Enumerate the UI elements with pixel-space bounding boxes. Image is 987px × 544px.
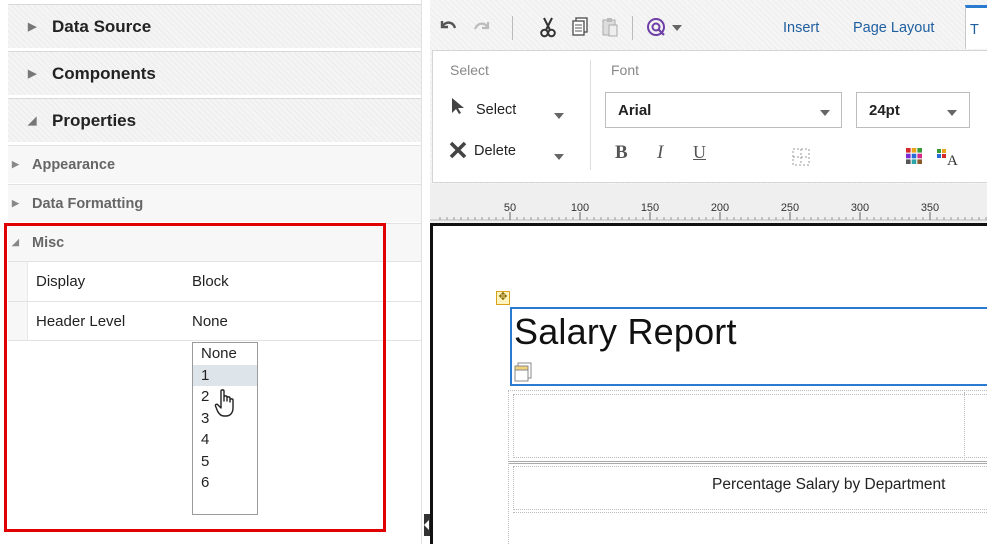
report-title[interactable]: Salary Report bbox=[514, 311, 737, 353]
ruler-label: 200 bbox=[711, 202, 729, 214]
border-icon[interactable] bbox=[790, 146, 812, 168]
select-button-label[interactable]: Select bbox=[476, 102, 516, 118]
paste-icon[interactable] bbox=[599, 15, 621, 39]
chevron-down-icon[interactable] bbox=[554, 154, 564, 160]
undo-icon[interactable] bbox=[437, 16, 459, 38]
chevron-down-icon[interactable] bbox=[554, 113, 564, 119]
dropdown-option-none[interactable]: None bbox=[193, 343, 257, 365]
color-grid-icon[interactable] bbox=[904, 146, 924, 166]
property-row-header-level[interactable]: Header Level None bbox=[8, 301, 421, 341]
accordion-label: Components bbox=[52, 63, 156, 83]
property-name: Display bbox=[36, 273, 86, 290]
select-arrow-icon bbox=[448, 96, 468, 116]
accordion-label: Data Source bbox=[52, 16, 152, 36]
dropdown-option-6[interactable]: 6 bbox=[193, 472, 257, 494]
left-panel: ▶ Data Source ▶ Components ◢ Properties … bbox=[0, 0, 421, 544]
toolbar-separator bbox=[632, 16, 633, 40]
tab-insert[interactable]: Insert bbox=[783, 20, 819, 36]
expanded-triangle-icon: ◢ bbox=[12, 237, 19, 247]
row-gutter bbox=[8, 262, 28, 301]
group-label: Misc bbox=[32, 234, 65, 251]
collapsed-triangle-icon: ▶ bbox=[12, 159, 19, 169]
copy-icon[interactable] bbox=[569, 15, 591, 39]
tab-active-partial[interactable]: T bbox=[965, 5, 987, 49]
cut-icon[interactable] bbox=[537, 15, 559, 39]
ruler-label: 50 bbox=[504, 202, 516, 214]
tab-label: T bbox=[970, 22, 979, 38]
group-misc[interactable]: ◢ Misc bbox=[8, 223, 421, 261]
layout-grid-divider bbox=[964, 392, 965, 460]
ribbon-separator bbox=[590, 60, 591, 170]
chevron-down-icon[interactable] bbox=[947, 110, 957, 116]
accordion-label: Properties bbox=[52, 110, 137, 130]
layout-grid-cell[interactable] bbox=[513, 394, 987, 458]
header-level-select[interactable]: None bbox=[192, 313, 421, 330]
ruler-label: 250 bbox=[781, 202, 799, 214]
font-size-value: 24pt bbox=[869, 101, 900, 119]
group-label: Data Formatting bbox=[32, 195, 144, 212]
chart-title: Percentage Salary by Department bbox=[712, 476, 946, 493]
svg-text:A: A bbox=[947, 153, 958, 167]
dropdown-option-4[interactable]: 4 bbox=[193, 429, 257, 451]
group-appearance[interactable]: ▶ Appearance bbox=[8, 145, 421, 183]
expanded-triangle-icon: ◢ bbox=[28, 115, 37, 127]
group-label: Appearance bbox=[32, 156, 116, 173]
tab-page-layout[interactable]: Page Layout bbox=[853, 20, 934, 36]
collapsed-triangle-icon: ▶ bbox=[28, 21, 37, 33]
group-data-formatting[interactable]: ▶ Data Formatting bbox=[8, 184, 421, 222]
toolbar-separator bbox=[512, 16, 513, 40]
chart-body[interactable] bbox=[513, 512, 987, 544]
font-color-icon[interactable]: A bbox=[935, 146, 961, 168]
header-level-dropdown-list[interactable]: None 1 2 3 4 5 6 bbox=[192, 342, 258, 515]
underline-button[interactable]: U bbox=[693, 142, 706, 163]
left-arrow-icon bbox=[424, 520, 429, 530]
property-value[interactable]: Block bbox=[192, 273, 421, 290]
font-family-value: Arial bbox=[618, 101, 652, 119]
property-name: Header Level bbox=[36, 313, 126, 330]
chevron-down-icon[interactable] bbox=[820, 110, 830, 116]
collapsed-triangle-icon: ▶ bbox=[28, 68, 37, 80]
accordion-components[interactable]: ▶ Components bbox=[8, 51, 421, 95]
group-label-font: Font bbox=[611, 62, 640, 78]
redo-icon[interactable] bbox=[471, 16, 493, 38]
horizontal-ruler: 50 100 150 200 250 300 350 bbox=[430, 202, 987, 221]
row-gutter bbox=[8, 302, 28, 341]
ruler-label: 350 bbox=[921, 202, 939, 214]
font-family-select[interactable]: Arial bbox=[605, 92, 842, 128]
italic-button[interactable]: I bbox=[657, 142, 663, 164]
format-painter-icon[interactable] bbox=[643, 14, 669, 40]
dropdown-option-5[interactable]: 5 bbox=[193, 451, 257, 473]
property-row-display[interactable]: Display Block bbox=[8, 261, 421, 301]
delete-x-icon bbox=[447, 139, 469, 161]
ruler-label: 300 bbox=[851, 202, 869, 214]
accordion-properties[interactable]: ◢ Properties bbox=[8, 98, 421, 142]
ruler-label: 150 bbox=[641, 202, 659, 214]
group-label-select: Select bbox=[450, 62, 489, 78]
divider bbox=[8, 340, 421, 341]
accordion-data-source[interactable]: ▶ Data Source bbox=[8, 4, 421, 48]
ruler-label: 100 bbox=[571, 202, 589, 214]
move-handle-icon[interactable]: ✥ bbox=[496, 291, 510, 305]
dropdown-option-1[interactable]: 1 bbox=[193, 364, 257, 386]
collapsed-triangle-icon: ▶ bbox=[12, 198, 19, 208]
panel-splitter[interactable] bbox=[421, 0, 430, 544]
hand-pointer-cursor-icon bbox=[214, 389, 234, 417]
bold-button[interactable]: B bbox=[615, 142, 628, 164]
chevron-down-icon[interactable] bbox=[672, 25, 682, 31]
text-item-icon[interactable] bbox=[512, 361, 534, 383]
delete-button-label[interactable]: Delete bbox=[474, 143, 516, 159]
